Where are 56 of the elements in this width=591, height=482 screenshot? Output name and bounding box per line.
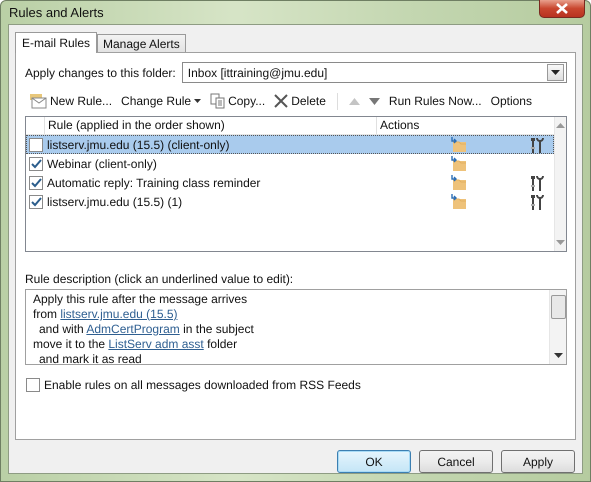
rule-row[interactable]: Automatic reply: Training class reminder: [26, 173, 554, 192]
rss-checkbox-label: Enable rules on all messages downloaded from RSS Feeds: [44, 378, 361, 392]
new-mail-icon: [29, 93, 47, 109]
description-line: and with AdmCertProgram in the subject: [38, 322, 255, 337]
move-to-folder-icon: [450, 136, 466, 152]
scroll-thumb[interactable]: [550, 295, 566, 319]
dialog-button[interactable]: Apply: [501, 450, 575, 473]
move-to-folder-icon: [450, 174, 466, 190]
description-line: move it to the ListServ adm asst folder: [33, 337, 238, 352]
copy-icon: [210, 93, 226, 109]
caret-icon: [194, 99, 202, 103]
delete-button[interactable]: Delete: [270, 90, 330, 112]
rule-name: Automatic reply: Training class reminder: [47, 176, 262, 190]
value-link[interactable]: AdmCertProgram: [86, 322, 180, 336]
tab[interactable]: Manage Alerts: [97, 34, 186, 52]
close-button[interactable]: [539, 0, 585, 18]
description-line: from listserv.jmu.edu (15.5): [33, 307, 178, 322]
move-to-folder-icon: [450, 156, 466, 172]
rule-row[interactable]: listserv.jmu.edu (15.5) (client-only): [26, 135, 554, 154]
scrollbar[interactable]: [554, 117, 566, 251]
description-line: Apply this rule after the message arrives: [33, 292, 248, 307]
value-link[interactable]: ListServ adm asst: [108, 337, 204, 351]
column-header[interactable]: Actions: [377, 117, 422, 134]
close-icon: [555, 3, 569, 14]
scrollbar[interactable]: [549, 290, 566, 364]
value-link[interactable]: listserv.jmu.edu (15.5): [60, 307, 178, 321]
options-button[interactable]: Options: [486, 90, 536, 112]
rule-name: listserv.jmu.edu (15.5) (client-only): [47, 138, 231, 152]
rule-row[interactable]: listserv.jmu.edu (15.5) (1): [26, 192, 554, 211]
tab[interactable]: E-mail Rules: [15, 32, 98, 53]
rule-row[interactable]: Webinar (client-only): [26, 154, 554, 173]
description-label: Rule description (click an underlined value to edit):: [25, 272, 294, 286]
delete-icon: [274, 94, 288, 108]
rule-checkbox[interactable]: [29, 194, 43, 208]
description-line: and mark it as read: [38, 352, 143, 367]
dialog-button[interactable]: OK: [337, 450, 411, 473]
new-rule-button[interactable]: New Rule...: [25, 90, 116, 112]
window-title: Rules and Alerts: [9, 5, 104, 20]
dialog-button[interactable]: Cancel: [419, 450, 493, 473]
folder-label: Apply changes to this folder:: [25, 66, 176, 80]
move-to-folder-icon: [450, 194, 466, 210]
rule-name: listserv.jmu.edu (15.5) (1): [47, 194, 184, 208]
column-header[interactable]: Rule (applied in the order shown): [45, 117, 377, 134]
rule-checkbox[interactable]: [29, 138, 43, 152]
copy-button[interactable]: Copy...: [206, 90, 270, 112]
rss-checkbox[interactable]: [26, 378, 40, 392]
up-arrow-icon: [348, 98, 360, 104]
change-rule-button[interactable]: Change Rule: [117, 90, 206, 112]
rule-checkbox[interactable]: [29, 176, 43, 190]
rule-name: Webinar (client-only): [47, 156, 158, 170]
run-rules-now-button[interactable]: Run Rules Now...: [384, 90, 486, 112]
scroll-up-icon[interactable]: [556, 123, 565, 128]
scroll-down-icon[interactable]: [554, 353, 562, 358]
folder-dropdown[interactable]: Inbox [ittraining@jmu.edu]: [182, 62, 567, 83]
down-arrow-icon: [368, 98, 380, 104]
rule-checkbox[interactable]: [29, 156, 43, 170]
